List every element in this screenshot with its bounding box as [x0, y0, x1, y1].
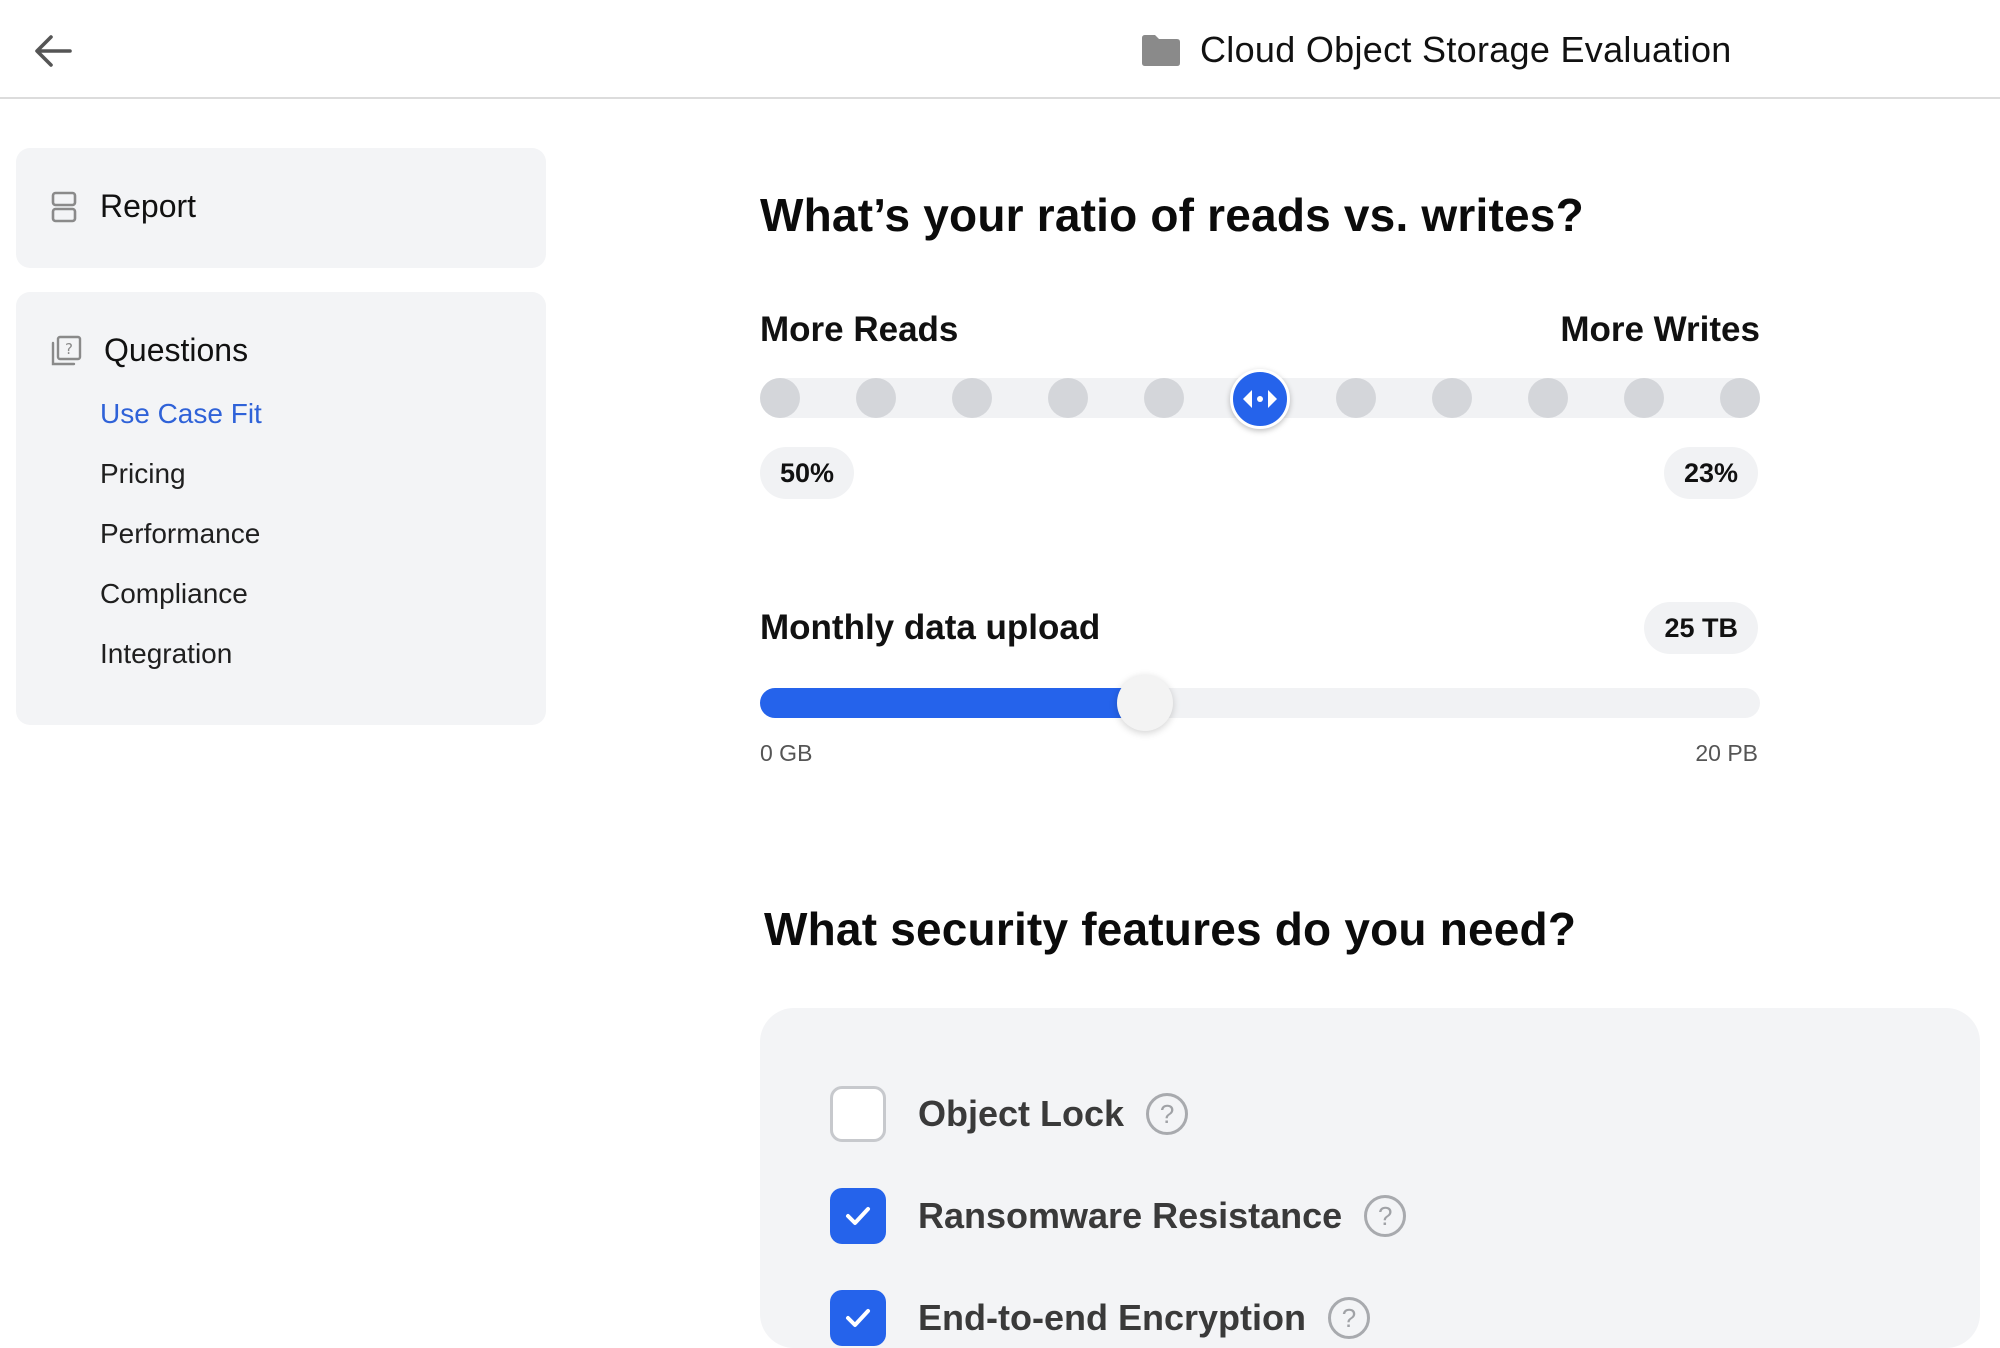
security-heading: What security features do you need?	[764, 903, 1577, 955]
ratio-step-dot[interactable]	[1336, 378, 1376, 418]
more-reads-label: More Reads	[760, 310, 959, 349]
checkmark-icon	[846, 1309, 870, 1327]
upload-slider-thumb[interactable]	[1117, 675, 1173, 731]
reads-percent-badge: 50%	[760, 447, 855, 499]
feature-label: End-to-end Encryption	[918, 1297, 1306, 1338]
sidebar-item-label: Questions	[104, 332, 249, 368]
sidebar-report-card: Report	[16, 148, 546, 268]
end-to-end-encryption-checkbox[interactable]	[830, 1290, 886, 1346]
sidebar-item-compliance[interactable]: Compliance	[100, 574, 262, 634]
reads-writes-heading: What’s your ratio of reads vs. writes?	[760, 189, 1584, 241]
ratio-slider-handle[interactable]	[1230, 369, 1290, 429]
folder-icon	[1142, 35, 1180, 66]
sidebar-item-performance[interactable]: Performance	[100, 514, 262, 574]
ratio-step-dot[interactable]	[1144, 378, 1184, 418]
arrow-left-icon	[35, 35, 72, 67]
ratio-step-dot[interactable]	[1048, 378, 1088, 418]
page-title: Cloud Object Storage Evaluation	[1200, 29, 1732, 70]
ratio-step-dot[interactable]	[1528, 378, 1568, 418]
ransomware-resistance-checkbox[interactable]	[830, 1188, 886, 1244]
security-features-panel: Object Lock ? Ransomware Resistance ? En…	[760, 1008, 1980, 1348]
ratio-step-dot[interactable]	[856, 378, 896, 418]
sidebar-item-integration[interactable]: Integration	[100, 634, 262, 694]
ratio-step-dot[interactable]	[952, 378, 992, 418]
feature-object-lock[interactable]: Object Lock ?	[830, 1086, 1189, 1142]
feature-ransomware-resistance[interactable]: Ransomware Resistance ?	[830, 1188, 1407, 1244]
questions-nav-list: Use Case Fit Pricing Performance Complia…	[100, 394, 262, 694]
ratio-step-dot[interactable]	[760, 378, 800, 418]
sidebar-item-pricing[interactable]: Pricing	[100, 454, 262, 514]
sidebar-item-questions[interactable]: ? Questions	[50, 332, 248, 369]
upload-slider-track[interactable]	[760, 675, 1760, 731]
question-box-icon: ?	[51, 335, 82, 365]
more-writes-label: More Writes	[1560, 310, 1760, 349]
sidebar-item-report[interactable]: Report	[50, 188, 196, 225]
arrows-left-right-icon	[1243, 390, 1277, 408]
feature-end-to-end-encryption[interactable]: End-to-end Encryption ?	[830, 1290, 1370, 1346]
upload-slider-fill	[760, 688, 1155, 718]
feature-label: Object Lock	[918, 1093, 1125, 1134]
ratio-step-dot[interactable]	[1720, 378, 1760, 418]
feature-label: Ransomware Resistance	[918, 1195, 1343, 1236]
help-circle-icon[interactable]: ?	[1364, 1195, 1407, 1237]
sidebar-item-label: Report	[100, 188, 197, 224]
monthly-upload-value-badge: 25 TB	[1644, 602, 1758, 654]
monthly-upload-label: Monthly data upload	[760, 608, 1101, 647]
document-title: Cloud Object Storage Evaluation	[1140, 28, 1732, 72]
ratio-step-dot[interactable]	[1624, 378, 1664, 418]
ratio-step-dot[interactable]	[1432, 378, 1472, 418]
object-lock-checkbox[interactable]	[830, 1086, 886, 1142]
report-layout-icon	[51, 191, 77, 222]
sidebar-item-use-case-fit[interactable]: Use Case Fit	[100, 394, 262, 454]
sidebar-questions-card: ? Questions Use Case Fit Pricing Perform…	[16, 292, 546, 725]
top-bar: Cloud Object Storage Evaluation	[0, 0, 2000, 99]
writes-percent-badge: 23%	[1663, 447, 1758, 499]
help-circle-icon[interactable]: ?	[1327, 1297, 1370, 1339]
help-circle-icon[interactable]: ?	[1146, 1093, 1189, 1135]
upload-min-label: 0 GB	[760, 740, 813, 766]
back-button[interactable]	[28, 26, 78, 76]
svg-text:?: ?	[65, 340, 73, 358]
checkmark-icon	[846, 1207, 870, 1225]
upload-max-label: 20 PB	[1695, 740, 1758, 766]
